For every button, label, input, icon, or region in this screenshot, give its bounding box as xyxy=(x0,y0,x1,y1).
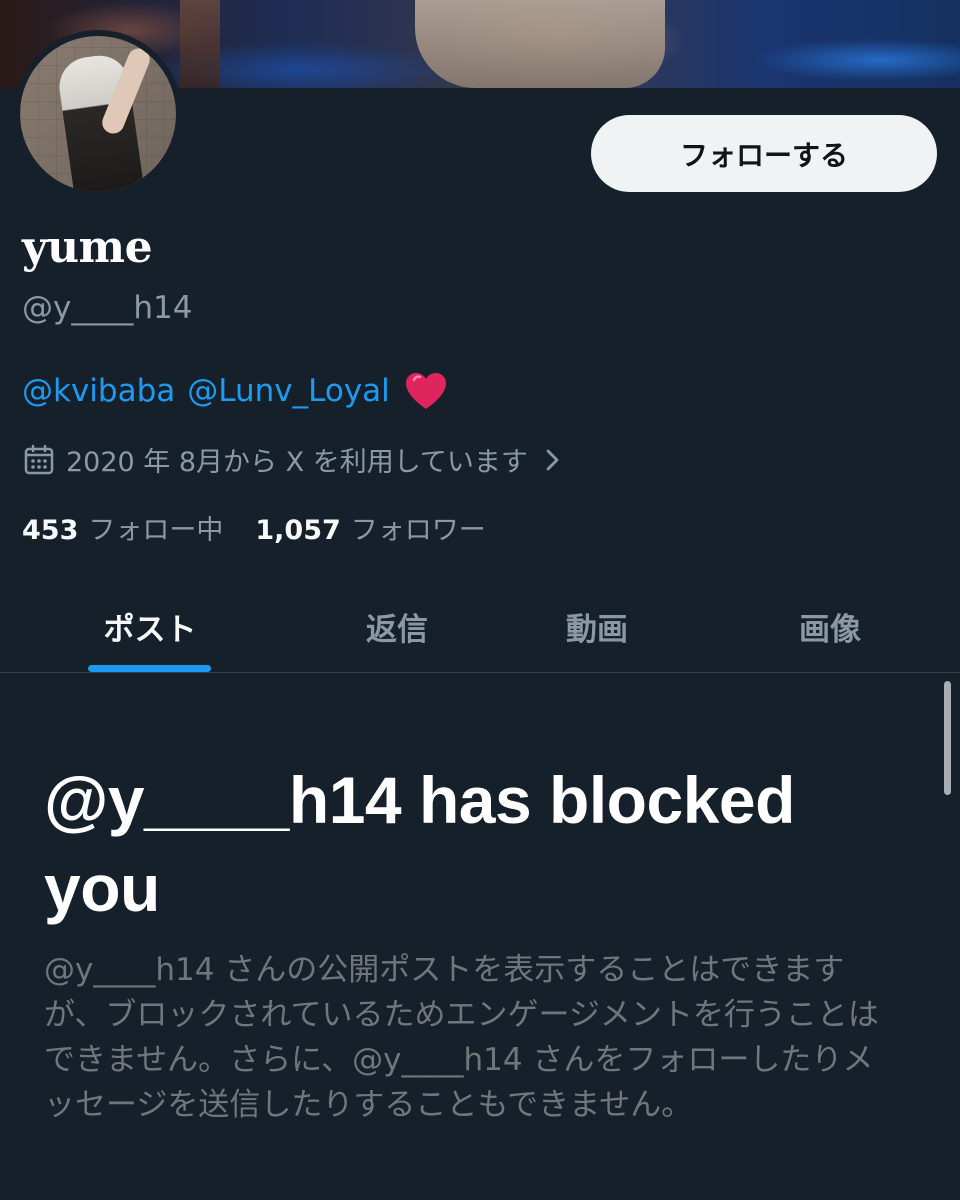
followers-label: フォロワー xyxy=(350,515,486,546)
followers-link[interactable]: 1,057 フォロワー xyxy=(255,508,485,547)
following-label: フォロー中 xyxy=(88,515,224,546)
tab-posts[interactable]: ポスト xyxy=(50,580,250,672)
display-name: yume xyxy=(22,222,153,273)
bio-mention-kvibaba[interactable]: @kvibaba xyxy=(22,373,175,409)
blocked-notice-description: @y____h14 さんの公開ポストを表示することはできますが、ブロックされてい… xyxy=(44,952,879,1123)
joined-date-row[interactable]: 2020 年 8月から X を利用しています xyxy=(22,440,566,479)
tab-videos[interactable]: 動画 xyxy=(497,580,697,672)
bio-mention-lunv-loyal[interactable]: @Lunv_Loyal xyxy=(187,373,390,409)
scrollbar-thumb[interactable] xyxy=(944,681,951,795)
tab-replies[interactable]: 返信 xyxy=(297,580,497,672)
profile-tabs: ポスト 返信 動画 画像 xyxy=(0,580,960,673)
profile-page: フォローする yume @y____h14 @kvibaba @Lunv_Loy… xyxy=(0,0,960,1200)
following-count: 453 xyxy=(22,515,79,546)
avatar-photo xyxy=(20,36,176,192)
tab-images[interactable]: 画像 xyxy=(730,580,930,672)
following-link[interactable]: 453 フォロー中 xyxy=(22,508,223,547)
banner-photo-detail xyxy=(180,0,220,88)
follow-stats: 453 フォロー中 1,057 フォロワー xyxy=(22,508,486,547)
calendar-icon xyxy=(24,444,54,474)
chevron-right-icon xyxy=(546,449,559,470)
follow-button[interactable]: フォローする xyxy=(591,115,937,192)
joined-date-text: 2020 年 8月から X を利用しています xyxy=(66,447,528,478)
bio: @kvibaba @Lunv_Loyal xyxy=(22,371,448,411)
active-tab-indicator xyxy=(88,665,211,672)
followers-count: 1,057 xyxy=(255,515,341,546)
blocked-notice-title: @y____h14 has blocked you xyxy=(44,763,795,925)
user-handle: @y____h14 xyxy=(22,290,193,326)
heart-icon xyxy=(405,373,446,409)
banner-photo-subject xyxy=(415,0,665,88)
avatar[interactable] xyxy=(14,30,182,198)
